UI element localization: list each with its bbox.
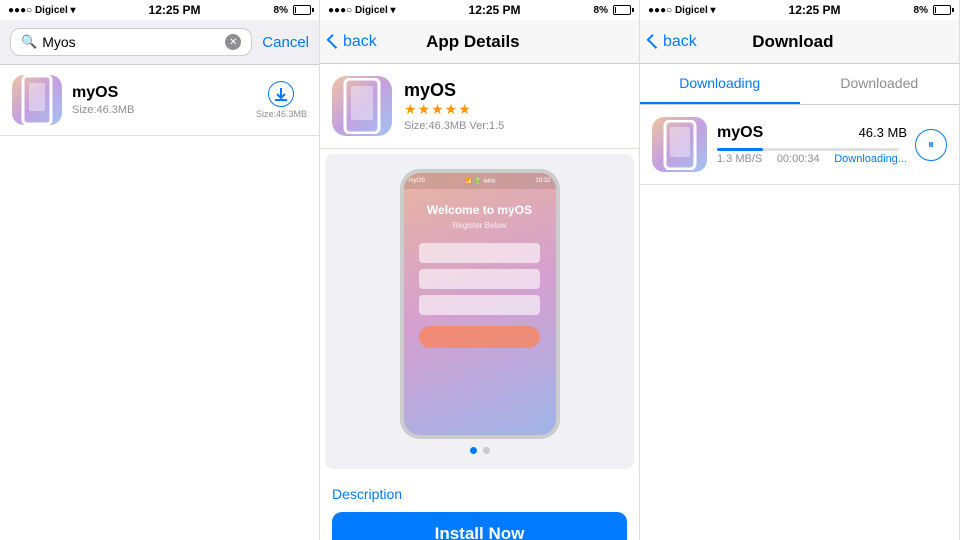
status-bar-2: ●●●○ Digicel ▾ 12:25 PM 8% [320,0,639,20]
time-3: 12:25 PM [789,3,841,17]
chevron-left-icon-2 [327,34,342,49]
install-now-button[interactable]: Install Now [332,512,627,540]
battery-icon-1 [293,5,311,15]
time-2: 12:25 PM [469,3,521,17]
description-label: Description [332,486,627,502]
nav-title-2: App Details [377,32,569,52]
screenshot-field-3 [419,295,541,315]
screenshot-area: myOS 📶 🔋 64% 10:32 Welcome to myOS Regis… [325,154,634,469]
app-info: myOS Size:46.3MB [72,84,256,116]
screenshot-statusbar: myOS 📶 🔋 64% 10:32 [404,173,556,189]
description-section: Description Install Now [320,474,639,540]
detail-app-name: myOS [404,80,627,101]
search-bar[interactable]: 🔍 ✕ [10,28,252,56]
dl-status: Downloading... [834,153,907,165]
dl-speed: 1.3 MB/S [717,153,762,165]
dl-row2: 1.3 MB/S 00:00:34 Downloading... [717,153,907,165]
back-button-2[interactable]: back [330,33,377,51]
status-bar-3: ●●●○ Digicel ▾ 12:25 PM 8% [640,0,959,20]
dl-time: 00:00:34 [777,153,820,165]
screenshot-dots [470,447,490,454]
nav-bar-2: back App Details [320,20,639,64]
battery-3: 8% [914,5,951,16]
carrier-1: ●●●○ Digicel ▾ [8,5,76,16]
app-name: myOS [72,84,256,102]
dl-progress-bar [717,148,763,151]
carrier-2: ●●●○ Digicel ▾ [328,5,396,16]
details-panel: ●●●○ Digicel ▾ 12:25 PM 8% back App Deta… [320,0,640,540]
install-size: Size:46.3MB [256,109,307,119]
screenshot-welcome-title: Welcome to myOS [427,203,532,217]
app-list-item[interactable]: myOS Size:46.3MB Size:46.3MB [0,65,319,136]
screenshot-field-1 [419,243,541,263]
app-meta: Size:46.3MB [72,104,256,116]
search-panel: ●●●○ Digicel ▾ 12:25 PM 8% 🔍 ✕ Cancel my… [0,0,320,540]
download-panel: ●●●○ Digicel ▾ 12:25 PM 8% back Download… [640,0,960,540]
pause-icon: ⏸ [928,137,934,152]
app-icon [12,75,62,125]
dl-app-icon [652,117,707,172]
download-tabs: Downloading Downloaded [640,64,959,105]
app-icon-svg [21,75,53,125]
screenshot-welcome-sub: Register Below [453,221,507,230]
status-bar-1: ●●●○ Digicel ▾ 12:25 PM 8% [0,0,319,20]
app-detail-content: myOS ★★★★★ Size:46.3MB Ver:1.5 myOS 📶 🔋 … [320,64,639,540]
search-bar-row: 🔍 ✕ Cancel [0,20,319,65]
battery-icon-2 [613,5,631,15]
dl-info: myOS 46.3 MB 1.3 MB/S 00:00:34 Downloadi… [717,124,907,165]
detail-stars: ★★★★★ [404,101,627,118]
dot-2 [483,447,490,454]
nav-bar-3: back Download [640,20,959,64]
dl-size: 46.3 MB [859,125,907,140]
back-button-3[interactable]: back [650,33,697,51]
download-item: myOS 46.3 MB 1.3 MB/S 00:00:34 Downloadi… [640,105,959,185]
tab-downloading[interactable]: Downloading [640,64,800,104]
search-icon: 🔍 [21,34,37,50]
battery-1: 8% [274,5,311,16]
back-label-3: back [663,33,697,51]
clear-icon[interactable]: ✕ [225,34,241,50]
app-list: myOS Size:46.3MB Size:46.3MB [0,65,319,136]
screenshot-cta-btn [419,326,541,348]
cancel-button[interactable]: Cancel [262,34,309,51]
chevron-left-icon-3 [647,34,662,49]
time-1: 12:25 PM [149,3,201,17]
dl-progress-row [717,148,907,151]
carrier-3: ●●●○ Digicel ▾ [648,5,716,16]
detail-meta: Size:46.3MB Ver:1.5 [404,120,627,132]
dot-1 [470,447,477,454]
nav-title-3: Download [697,32,889,52]
screenshot-field-2 [419,269,541,289]
detail-info: myOS ★★★★★ Size:46.3MB Ver:1.5 [404,80,627,132]
search-input[interactable] [42,34,225,50]
battery-2: 8% [594,5,631,16]
back-label-2: back [343,33,377,51]
dl-progress-bar-wrap [717,148,899,151]
dl-app-name: myOS [717,124,763,142]
app-detail-header: myOS ★★★★★ Size:46.3MB Ver:1.5 [320,64,639,149]
install-icon[interactable] [268,81,294,107]
tab-downloaded[interactable]: Downloaded [800,64,960,104]
battery-icon-3 [933,5,951,15]
pause-button[interactable]: ⏸ [915,129,947,161]
install-section: Size:46.3MB [256,81,307,119]
detail-app-icon [332,76,392,136]
phone-screenshot: myOS 📶 🔋 64% 10:32 Welcome to myOS Regis… [400,169,560,439]
